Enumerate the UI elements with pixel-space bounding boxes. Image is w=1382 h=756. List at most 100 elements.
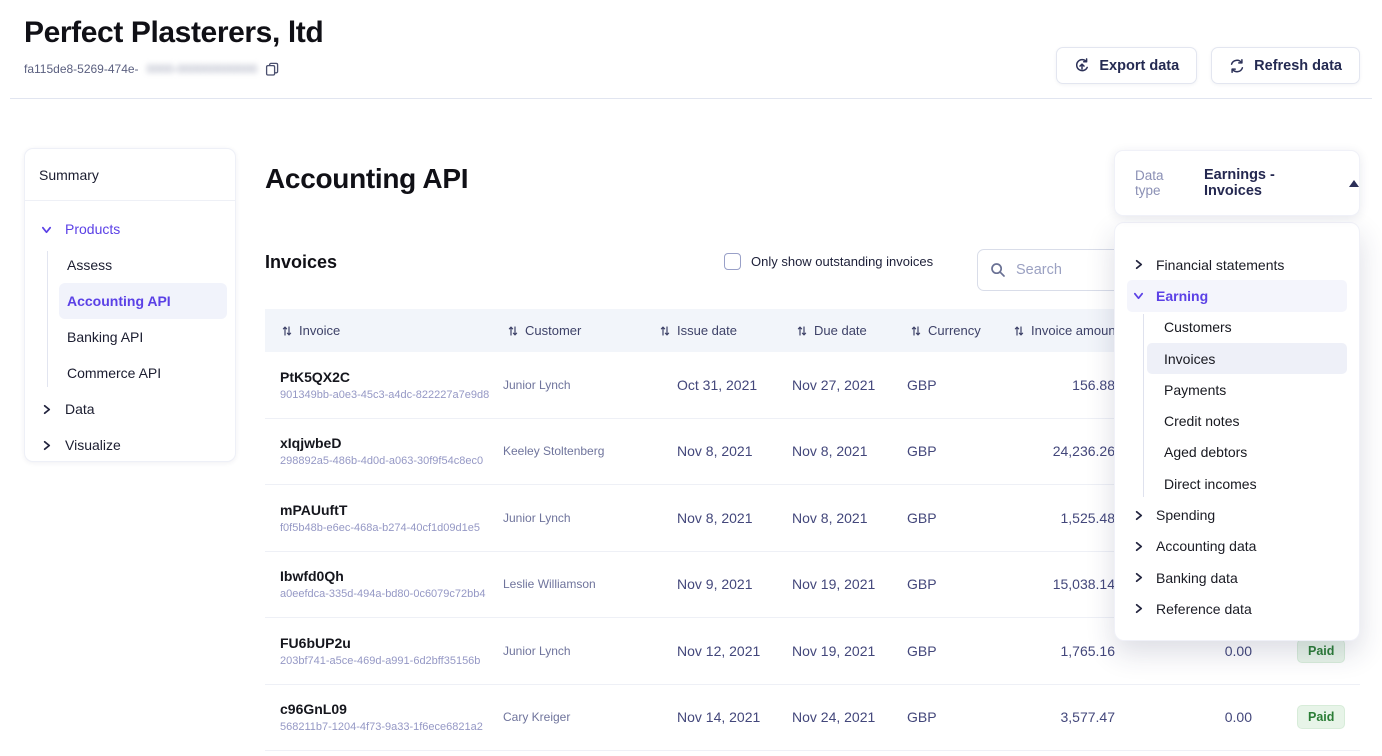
invoice-cell: PtK5QX2C 901349bb-a0e3-45c3-a4dc-822227a7… — [280, 369, 489, 401]
issue-date-cell: Nov 9, 2021 — [677, 576, 753, 592]
invoice-id: 298892a5-486b-4d0d-a063-30f9f54c8ec0 — [280, 455, 483, 467]
status-badge: Paid — [1297, 705, 1345, 729]
chevron-right-icon — [1133, 259, 1145, 270]
tree-item-credit-notes[interactable]: Credit notes — [1147, 405, 1347, 436]
tree-item-customers[interactable]: Customers — [1147, 312, 1347, 343]
issue-date-cell: Oct 31, 2021 — [677, 377, 757, 393]
customer-cell: Leslie Williamson — [503, 577, 596, 591]
company-id-prefix: fa115de8-5269-474e- — [24, 62, 139, 76]
column-header-customer[interactable]: Customer — [508, 309, 581, 352]
tree-item-direct-incomes[interactable]: Direct incomes — [1147, 468, 1347, 499]
export-data-button[interactable]: Export data — [1056, 47, 1197, 84]
currency-cell: GBP — [907, 443, 937, 459]
currency-cell: GBP — [907, 510, 937, 526]
tree-item-aged-debtors[interactable]: Aged debtors — [1147, 437, 1347, 468]
column-header-issue-date[interactable]: Issue date — [660, 309, 737, 352]
chevron-right-icon — [1133, 572, 1145, 583]
sort-icon — [660, 325, 670, 337]
sidebar-item-banking-api[interactable]: Banking API — [59, 319, 227, 355]
column-header-due-date[interactable]: Due date — [797, 309, 867, 352]
due-date-cell: Nov 19, 2021 — [792, 576, 875, 592]
sidebar-subitems: AssessAccounting APIBanking APICommerce … — [33, 247, 227, 391]
invoice-id: 901349bb-a0e3-45c3-a4dc-822227a7e9d8 — [280, 389, 489, 401]
tree-item-financial-statements[interactable]: Financial statements — [1127, 249, 1347, 280]
outstanding-filter: Only show outstanding invoices — [724, 253, 933, 270]
issue-date-cell: Nov 8, 2021 — [677, 510, 753, 526]
refresh-data-button[interactable]: Refresh data — [1211, 47, 1360, 84]
chevron-right-icon — [1133, 541, 1145, 552]
outstanding-checkbox[interactable] — [724, 253, 741, 270]
tree-item-spending[interactable]: Spending — [1127, 499, 1347, 530]
column-header-currency[interactable]: Currency — [911, 309, 981, 352]
column-header-label: Customer — [525, 323, 581, 338]
copy-icon[interactable] — [265, 62, 279, 76]
invoice-cell: Ibwfd0Qha0eefdca-335d-494a-bd80-0c6079c7… — [280, 568, 486, 600]
tree-item-label: Earning — [1156, 288, 1208, 304]
invoice-name: mPAUuftT — [280, 502, 480, 518]
tree-item-accounting-data[interactable]: Accounting data — [1127, 531, 1347, 562]
customer-cell: Junior Lynch — [503, 378, 571, 392]
refresh-data-label: Refresh data — [1254, 58, 1342, 74]
invoice-amount-cell: 1,525.48 — [1061, 510, 1116, 526]
datatype-dropdown[interactable]: Data type Earnings - Invoices — [1114, 150, 1360, 216]
sidebar-item-accounting-api[interactable]: Accounting API — [59, 283, 227, 319]
tree-item-invoices[interactable]: Invoices — [1147, 343, 1347, 374]
due-date-cell: Nov 24, 2021 — [792, 709, 875, 725]
status-cell: Paid — [1297, 639, 1345, 663]
invoice-id: a0eefdca-335d-494a-bd80-0c6079c72bb4 — [280, 588, 486, 600]
column-header-label: Due date — [814, 323, 867, 338]
customer-cell: Cary Kreiger — [503, 710, 570, 724]
company-id-redacted: 0000-000000000000 — [147, 62, 258, 76]
invoice-name: FU6bUP2u — [280, 635, 480, 651]
datatype-tree-panel: Financial statements Earning CustomersInvo… — [1114, 222, 1360, 641]
sidebar-item-assess[interactable]: Assess — [59, 247, 227, 283]
export-icon — [1074, 58, 1090, 74]
sort-icon — [911, 325, 921, 337]
currency-cell: GBP — [907, 643, 937, 659]
chevron-right-icon — [41, 404, 54, 415]
sidebar-item-data[interactable]: Data — [33, 391, 227, 427]
sidebar-item-summary[interactable]: Summary — [25, 149, 235, 201]
tree-item-banking-data[interactable]: Banking data — [1127, 562, 1347, 593]
tree-item-label: Financial statements — [1156, 257, 1284, 273]
tree-item-label: Accounting data — [1156, 538, 1256, 554]
due-date-cell: Nov 27, 2021 — [792, 377, 875, 393]
sidebar-item-label: Products — [65, 221, 120, 237]
sidebar-item-products[interactable]: Products — [33, 211, 227, 247]
column-header-invoice[interactable]: Invoice — [282, 309, 340, 352]
column-header-label: Currency — [928, 323, 981, 338]
sidebar-nav-body: Products AssessAccounting APIBanking APIC… — [25, 201, 235, 463]
invoice-id: 203bf741-a5ce-469d-a991-6d2bff35156b — [280, 655, 480, 667]
column-header-invoice-amount[interactable]: Invoice amount — [1014, 309, 1119, 352]
chevron-right-icon — [1133, 603, 1145, 614]
due-date-cell: Nov 8, 2021 — [792, 443, 868, 459]
sidebar-item-commerce-api[interactable]: Commerce API — [59, 355, 227, 391]
due-date-cell: Nov 8, 2021 — [792, 510, 868, 526]
invoice-name: xIqjwbeD — [280, 435, 483, 451]
datatype-label: Data type — [1135, 168, 1192, 198]
invoice-name: PtK5QX2C — [280, 369, 489, 385]
tree-item-label: Reference data — [1156, 601, 1252, 617]
table-row[interactable]: c96GnL09 568211b7-1204-4f73-9a33-1f6ece68… — [265, 685, 1360, 752]
due-date-cell: Nov 19, 2021 — [792, 643, 875, 659]
tree-item-payments[interactable]: Payments — [1147, 374, 1347, 405]
sidebar-item-label: Data — [65, 401, 95, 417]
outstanding-checkbox-label: Only show outstanding invoices — [751, 254, 933, 269]
invoices-heading: Invoices — [265, 252, 337, 273]
invoice-name: c96GnL09 — [280, 701, 483, 717]
sidebar-item-visualize[interactable]: Visualize — [33, 427, 227, 463]
tree-item-reference-data[interactable]: Reference data — [1127, 593, 1347, 624]
currency-cell: GBP — [907, 709, 937, 725]
tree-subitems: CustomersInvoicesPaymentsCredit notesAge… — [1127, 312, 1347, 500]
invoice-id: 568211b7-1204-4f73-9a33-1f6ece6821a2 — [280, 721, 483, 733]
sort-icon — [797, 325, 807, 337]
invoice-cell: mPAUuftTf0f5b48b-e6ec-468a-b274-40cf1d09… — [280, 502, 480, 534]
tree-item-earning[interactable]: Earning — [1127, 280, 1347, 311]
tree-item-label: Spending — [1156, 507, 1215, 523]
customer-cell: Keeley Stoltenberg — [503, 444, 604, 458]
invoice-amount-cell: 156.88 — [1072, 377, 1115, 393]
chevron-right-icon — [41, 440, 54, 451]
sidebar-item-label: Visualize — [65, 437, 121, 453]
sort-icon — [1014, 325, 1024, 337]
invoice-cell: c96GnL09 568211b7-1204-4f73-9a33-1f6ece68… — [280, 701, 483, 733]
